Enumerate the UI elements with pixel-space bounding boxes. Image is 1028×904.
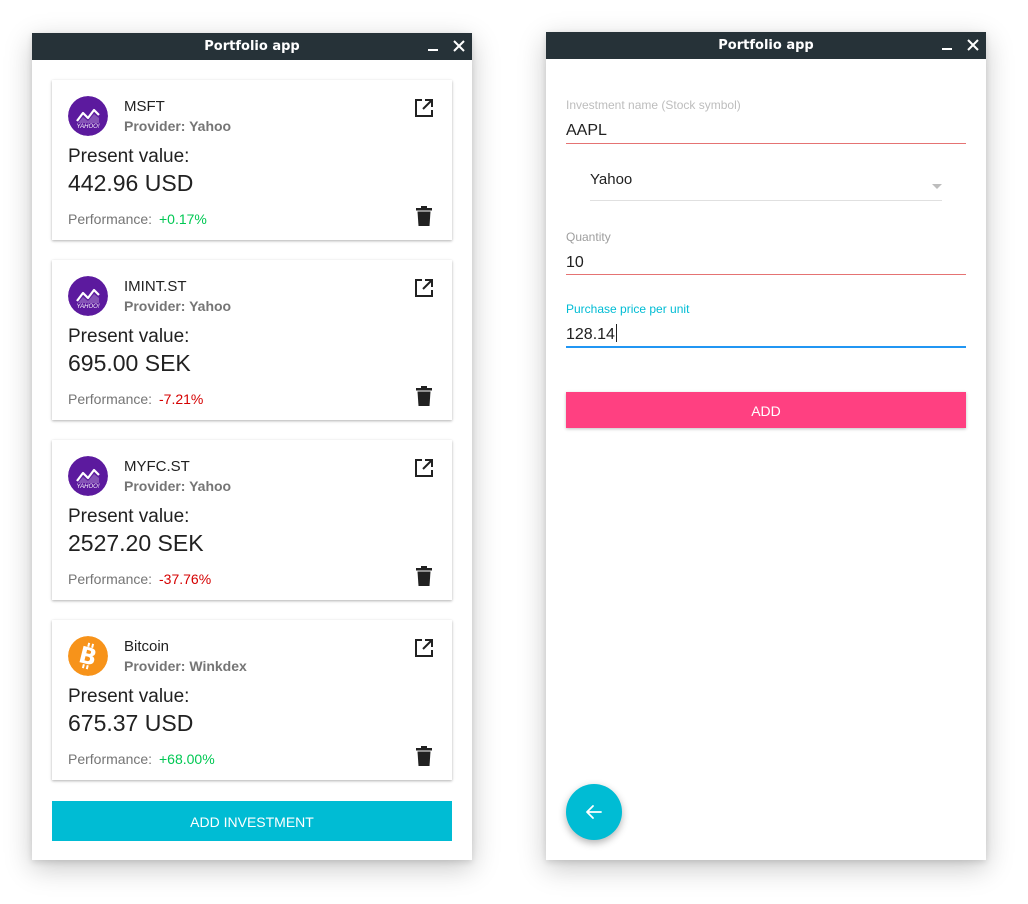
open-in-new-icon[interactable] bbox=[414, 98, 434, 118]
portfolio-window-list: Portfolio app YAHOO! MSFT Provider: Yaho… bbox=[32, 33, 472, 860]
provider-select-value: Yahoo bbox=[590, 171, 633, 188]
performance-label: Performance: bbox=[68, 751, 153, 767]
yahoo-logo: YAHOO! bbox=[68, 456, 108, 496]
investment-name-underline bbox=[566, 143, 966, 144]
minimize-icon[interactable] bbox=[940, 38, 954, 52]
purchase-price-underline bbox=[566, 346, 966, 348]
performance-label: Performance: bbox=[68, 571, 153, 587]
investment-card: YAHOO! MSFT Provider: Yahoo Present valu… bbox=[52, 80, 452, 240]
present-value: 675.37 USD bbox=[68, 710, 194, 736]
investment-name-label: Investment name (Stock symbol) bbox=[566, 98, 741, 112]
purchase-price-value: 128.14 bbox=[566, 326, 615, 343]
present-value-label: Present value: bbox=[68, 326, 190, 347]
performance-value: -7.21% bbox=[159, 391, 204, 407]
investment-name: Bitcoin bbox=[124, 638, 170, 655]
quantity-underline bbox=[566, 274, 966, 275]
provider-select-underline bbox=[590, 200, 942, 201]
close-icon[interactable] bbox=[452, 39, 466, 53]
add-investment-button[interactable]: ADD INVESTMENT bbox=[52, 801, 452, 841]
close-icon[interactable] bbox=[966, 38, 980, 52]
investment-provider: Provider: Yahoo bbox=[124, 118, 232, 134]
open-in-new-icon[interactable] bbox=[414, 638, 434, 658]
text-caret bbox=[615, 324, 617, 342]
investment-provider: Provider: Yahoo bbox=[124, 478, 232, 494]
titlebar[interactable]: Portfolio app bbox=[546, 32, 986, 59]
delete-icon[interactable] bbox=[416, 386, 432, 406]
investment-name: IMINT.ST bbox=[124, 278, 187, 295]
investment-name: MYFC.ST bbox=[124, 458, 190, 475]
present-value-label: Present value: bbox=[68, 506, 190, 527]
portfolio-window-form: Portfolio app Investment name (Stock sym… bbox=[546, 32, 986, 860]
present-value: 2527.20 SEK bbox=[68, 530, 204, 556]
delete-icon[interactable] bbox=[416, 206, 432, 226]
open-in-new-icon[interactable] bbox=[414, 458, 434, 478]
yahoo-logo: YAHOO! bbox=[68, 96, 108, 136]
performance-label: Performance: bbox=[68, 391, 153, 407]
purchase-price-input[interactable]: 128.14 bbox=[566, 322, 966, 348]
yahoo-logo: YAHOO! bbox=[68, 276, 108, 316]
investment-card: YAHOO! MYFC.ST Provider: Yahoo Present v… bbox=[52, 440, 452, 600]
delete-icon[interactable] bbox=[416, 746, 432, 766]
performance-value: -37.76% bbox=[159, 571, 212, 587]
svg-text:YAHOO!: YAHOO! bbox=[76, 304, 99, 310]
investment-name: MSFT bbox=[124, 98, 165, 115]
investment-card: YAHOO! IMINT.ST Provider: Yahoo Present … bbox=[52, 260, 452, 420]
present-value-label: Present value: bbox=[68, 146, 190, 167]
present-value-label: Present value: bbox=[68, 686, 190, 707]
investment-provider: Provider: Yahoo bbox=[124, 298, 232, 314]
titlebar[interactable]: Portfolio app bbox=[32, 33, 472, 60]
quantity-label: Quantity bbox=[566, 230, 611, 244]
purchase-price-label: Purchase price per unit bbox=[566, 302, 690, 316]
bitcoin-logo: B bbox=[68, 636, 108, 676]
add-button[interactable]: ADD bbox=[566, 392, 966, 428]
provider-select[interactable]: Yahoo bbox=[590, 167, 942, 201]
dropdown-arrow-icon bbox=[932, 177, 942, 195]
window-title: Portfolio app bbox=[718, 38, 814, 53]
svg-text:YAHOO!: YAHOO! bbox=[76, 124, 99, 130]
performance-label: Performance: bbox=[68, 211, 153, 227]
investment-name-input[interactable]: AAPL bbox=[566, 118, 966, 144]
performance-value: +68.00% bbox=[159, 751, 215, 767]
svg-text:YAHOO!: YAHOO! bbox=[76, 484, 99, 490]
performance-value: +0.17% bbox=[159, 211, 207, 227]
present-value: 695.00 SEK bbox=[68, 350, 191, 376]
investment-card: B Bitcoin Provider: Winkdex Present valu… bbox=[52, 620, 452, 780]
arrow-back-icon bbox=[586, 805, 602, 819]
delete-icon[interactable] bbox=[416, 566, 432, 586]
investment-provider: Provider: Winkdex bbox=[124, 658, 247, 674]
minimize-icon[interactable] bbox=[426, 39, 440, 53]
open-in-new-icon[interactable] bbox=[414, 278, 434, 298]
window-title: Portfolio app bbox=[204, 39, 300, 54]
back-button[interactable] bbox=[566, 784, 622, 840]
present-value: 442.96 USD bbox=[68, 170, 194, 196]
quantity-input[interactable]: 10 bbox=[566, 250, 966, 276]
